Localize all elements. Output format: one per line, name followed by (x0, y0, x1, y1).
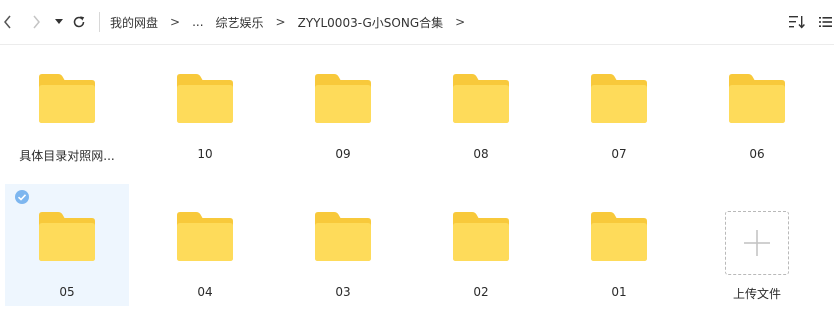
folder-icon (315, 212, 371, 261)
breadcrumb-ellipsis[interactable]: ... (192, 15, 203, 29)
folder-icon (591, 212, 647, 261)
folder-icon (39, 74, 95, 123)
sort-button[interactable] (788, 14, 806, 30)
folder-icon (39, 212, 95, 261)
view-tools (788, 12, 834, 32)
checkmark-icon[interactable] (15, 190, 29, 204)
folder-name: 03 (335, 285, 351, 299)
upload-label: 上传文件 (732, 287, 781, 301)
folder-name: 10 (197, 147, 213, 161)
caret-down-icon (55, 19, 63, 24)
folder-name: 08 (473, 147, 489, 161)
plus-icon (744, 230, 770, 256)
folder-item[interactable]: 07 (557, 46, 681, 168)
folder-item[interactable]: 05 (5, 184, 129, 306)
breadcrumb: 我的网盘 > ... 综艺娱乐 > ZYYL0003-G小SONG合集 > (110, 12, 477, 32)
folder-icon (315, 74, 371, 123)
folder-item[interactable]: 02 (419, 184, 543, 306)
folder-item[interactable]: 04 (143, 184, 267, 306)
folder-icon (177, 212, 233, 261)
breadcrumb-level1[interactable]: 综艺娱乐 (216, 14, 264, 31)
folder-item[interactable]: 09 (281, 46, 405, 168)
folder-icon (591, 74, 647, 123)
folder-item[interactable]: 10 (143, 46, 267, 168)
chevron-right-icon (33, 15, 40, 29)
folder-item[interactable]: 06 (695, 46, 819, 168)
chevron-left-icon (4, 15, 11, 29)
folder-name: 09 (335, 147, 351, 161)
folder-name: 具体目录对照网... (19, 149, 115, 163)
toolbar-divider (99, 12, 100, 32)
folder-icon (729, 74, 785, 123)
upload-file-tile[interactable]: 上传文件 (695, 184, 819, 306)
folder-icon (453, 74, 509, 123)
toolbar: 我的网盘 > ... 综艺娱乐 > ZYYL0003-G小SONG合集 > (0, 0, 834, 45)
list-view-icon (818, 17, 832, 27)
list-view-button[interactable] (818, 14, 832, 30)
folder-icon (453, 212, 509, 261)
folder-item[interactable]: 具体目录对照网... (5, 46, 129, 168)
folder-name: 01 (611, 285, 627, 299)
breadcrumb-separator: > (455, 15, 466, 29)
folder-name: 06 (749, 147, 765, 161)
back-button[interactable] (0, 10, 16, 34)
breadcrumb-level2[interactable]: ZYYL0003-G小SONG合集 (298, 14, 444, 31)
folder-icon (177, 74, 233, 123)
folder-name: 02 (473, 285, 489, 299)
breadcrumb-separator: > (275, 15, 286, 29)
folder-item[interactable]: 08 (419, 46, 543, 168)
breadcrumb-separator: > (170, 15, 181, 29)
sort-icon (789, 16, 805, 29)
refresh-icon (73, 16, 85, 28)
breadcrumb-root[interactable]: 我的网盘 (110, 14, 158, 31)
folder-item[interactable]: 01 (557, 184, 681, 306)
folder-name: 05 (59, 285, 75, 299)
folder-name: 07 (611, 147, 627, 161)
history-dropdown[interactable] (53, 10, 65, 34)
refresh-button[interactable] (71, 10, 87, 34)
file-grid: 具体目录对照网... 10 09 08 07 06 05 04 03 02 01 上传文件 (0, 46, 834, 315)
upload-button[interactable] (725, 211, 789, 275)
folder-item[interactable]: 03 (281, 184, 405, 306)
folder-name: 04 (197, 285, 213, 299)
forward-button[interactable] (28, 10, 44, 34)
